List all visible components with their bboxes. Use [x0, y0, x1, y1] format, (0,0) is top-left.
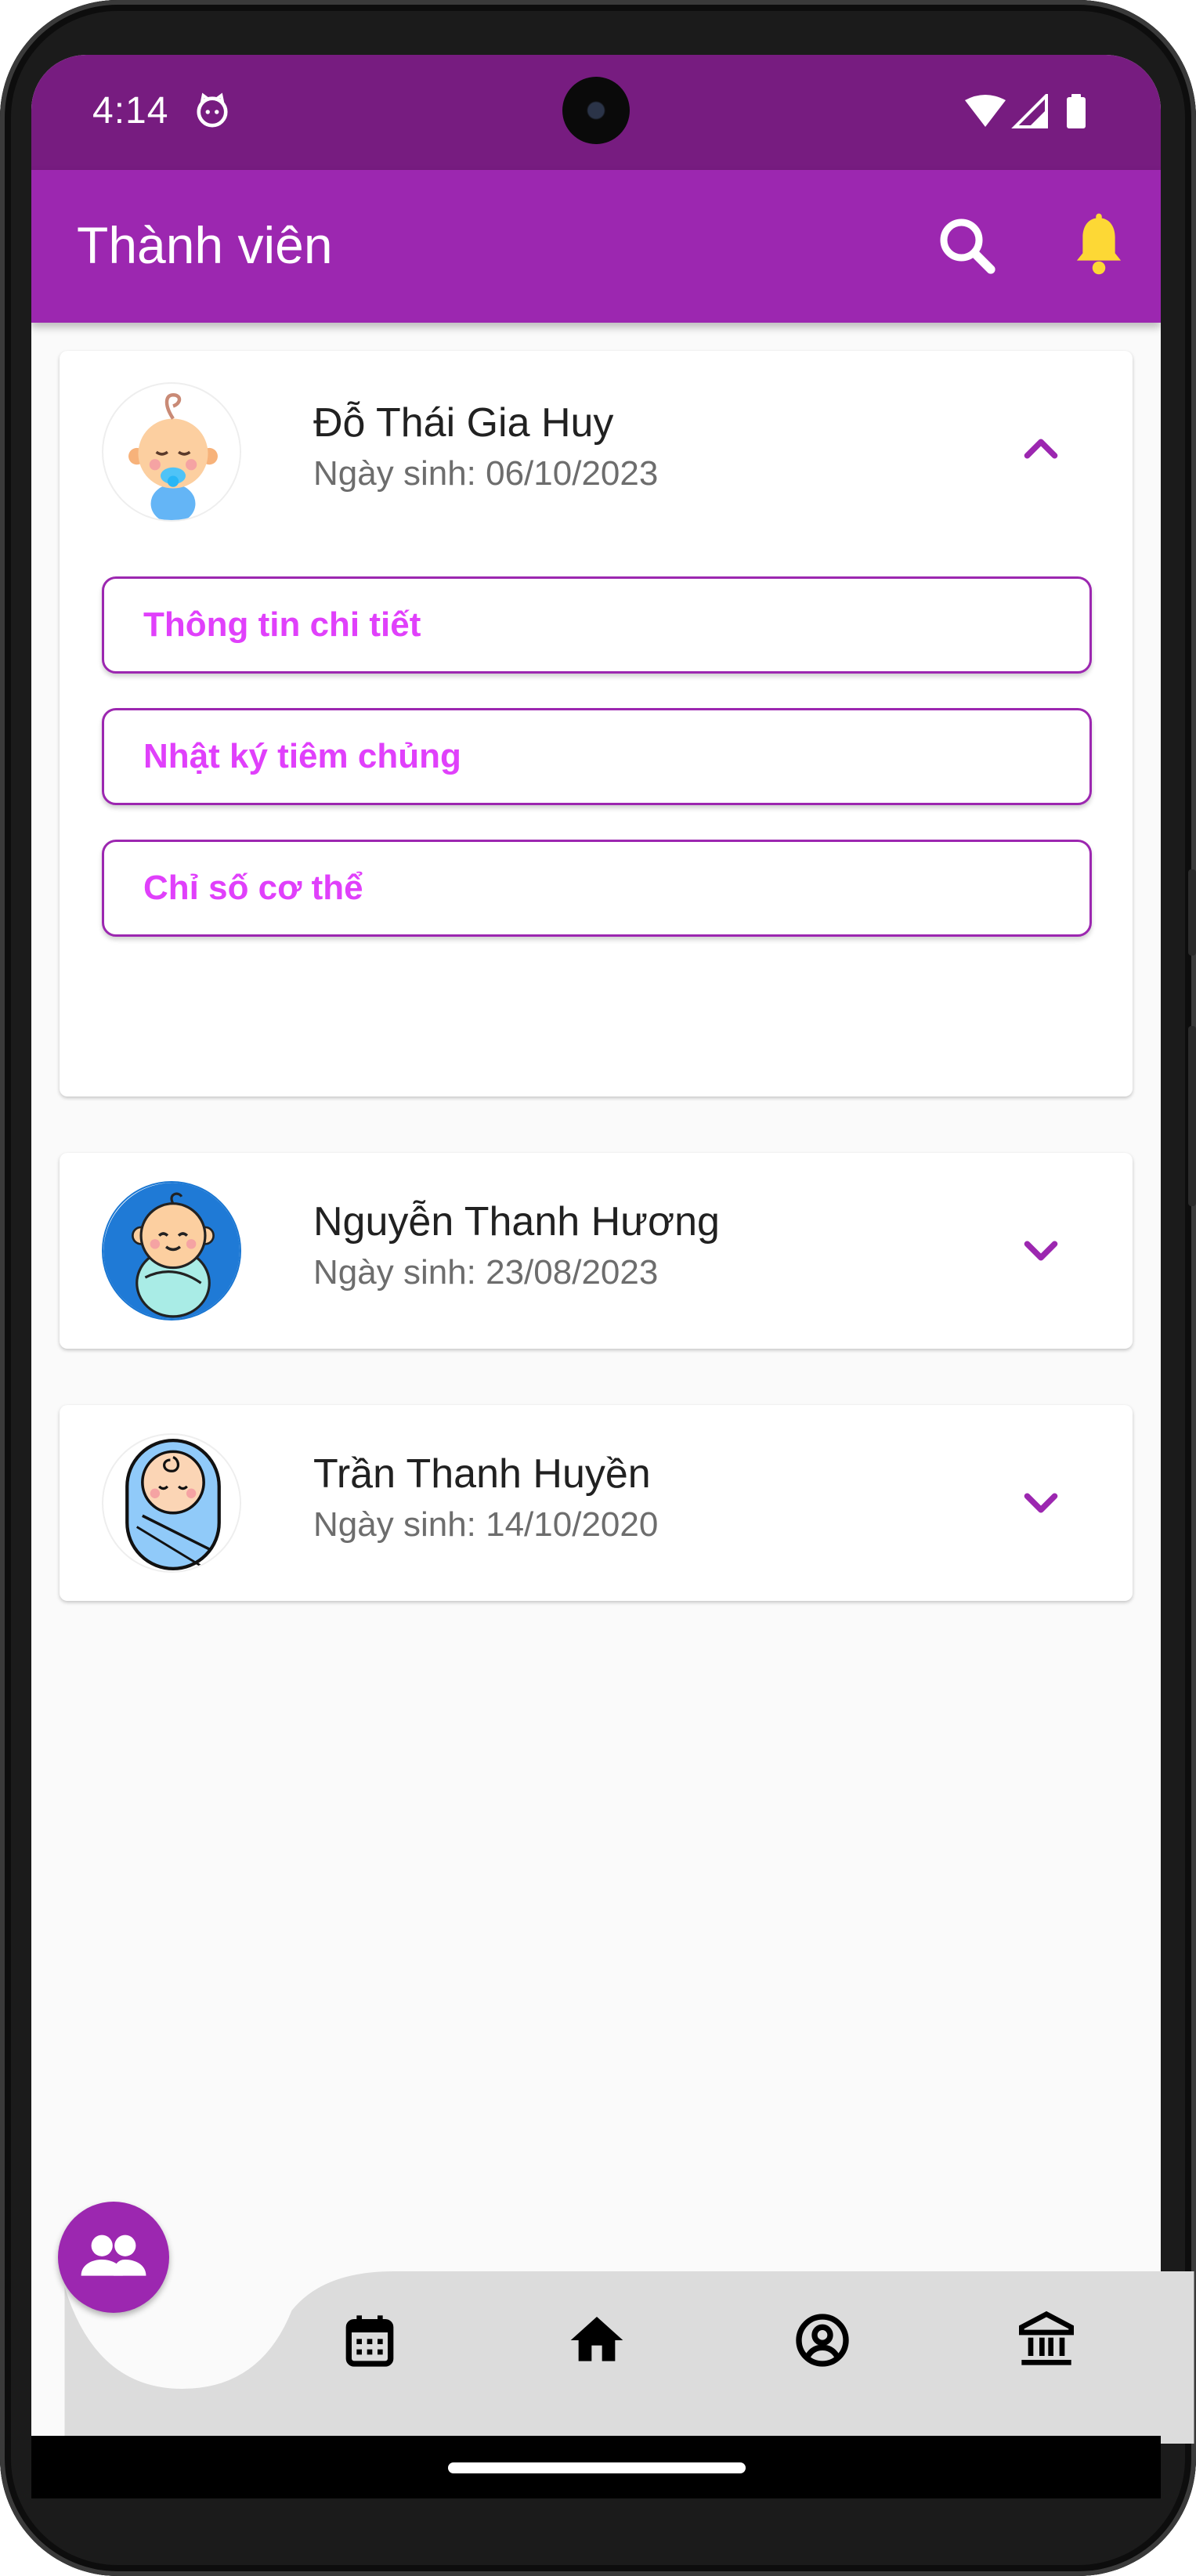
member-card[interactable]: Nguyễn Thanh Hương Ngày sinh: 23/08/2023	[60, 1153, 1133, 1349]
home-indicator[interactable]	[448, 2462, 746, 2473]
baby-pacifier-avatar	[102, 382, 241, 522]
baby-pacifier-icon	[104, 385, 240, 520]
status-time: 4:14	[92, 90, 169, 132]
baby-swaddled-avatar	[102, 1433, 241, 1573]
search-icon[interactable]	[932, 211, 1003, 281]
members-nav-button[interactable]	[58, 2202, 169, 2313]
member-card[interactable]: Trần Thanh Huyền Ngày sinh: 14/10/2020	[60, 1405, 1133, 1601]
baby-swaddled-icon	[104, 1436, 240, 1571]
member-name: Nguyễn Thanh Hương	[313, 1199, 720, 1245]
member-name: Trần Thanh Huyền	[313, 1451, 651, 1497]
member-dob: Ngày sinh: 14/10/2020	[313, 1505, 659, 1544]
member-dob: Ngày sinh: 06/10/2023	[313, 454, 659, 493]
screen: 4:14 Thành viên Đỗ Thái Gia Huy Ngày sin…	[31, 55, 1161, 2498]
member-dob: Ngày sinh: 23/08/2023	[313, 1253, 659, 1292]
front-camera	[562, 77, 630, 144]
body-metrics-button[interactable]: Chỉ số cơ thể	[102, 840, 1092, 937]
status-icons	[965, 94, 1086, 128]
baby-blanket-icon	[103, 1183, 240, 1319]
volume-button	[1188, 869, 1196, 956]
member-card: Đỗ Thái Gia Huy Ngày sinh: 06/10/2023 Th…	[60, 351, 1133, 1097]
cat-notification-icon	[197, 92, 228, 128]
chevron-down-icon[interactable]	[1014, 1223, 1068, 1278]
chevron-down-icon[interactable]	[1014, 1476, 1068, 1530]
battery-icon	[1067, 97, 1086, 128]
account-icon[interactable]	[791, 2309, 854, 2372]
member-name: Đỗ Thái Gia Huy	[313, 400, 614, 446]
calendar-icon[interactable]	[338, 2309, 401, 2372]
detail-info-button[interactable]: Thông tin chi tiết	[102, 576, 1092, 674]
vaccination-log-button[interactable]: Nhật ký tiêm chủng	[102, 708, 1092, 805]
power-button	[1188, 1026, 1196, 1206]
page-title: Thành viên	[77, 216, 333, 274]
bank-icon[interactable]	[1015, 2309, 1078, 2372]
status-bar: 4:14	[31, 55, 1161, 170]
members-icon	[81, 2235, 146, 2276]
phone-frame: 4:14 Thành viên Đỗ Thái Gia Huy Ngày sin…	[0, 0, 1196, 2576]
wifi-icon	[965, 95, 1006, 127]
baby-blanket-blue-avatar	[102, 1181, 241, 1321]
bell-icon[interactable]	[1064, 209, 1134, 280]
home-icon[interactable]	[565, 2309, 628, 2372]
app-bar: Thành viên	[31, 170, 1161, 323]
chevron-up-icon[interactable]	[1014, 421, 1068, 476]
